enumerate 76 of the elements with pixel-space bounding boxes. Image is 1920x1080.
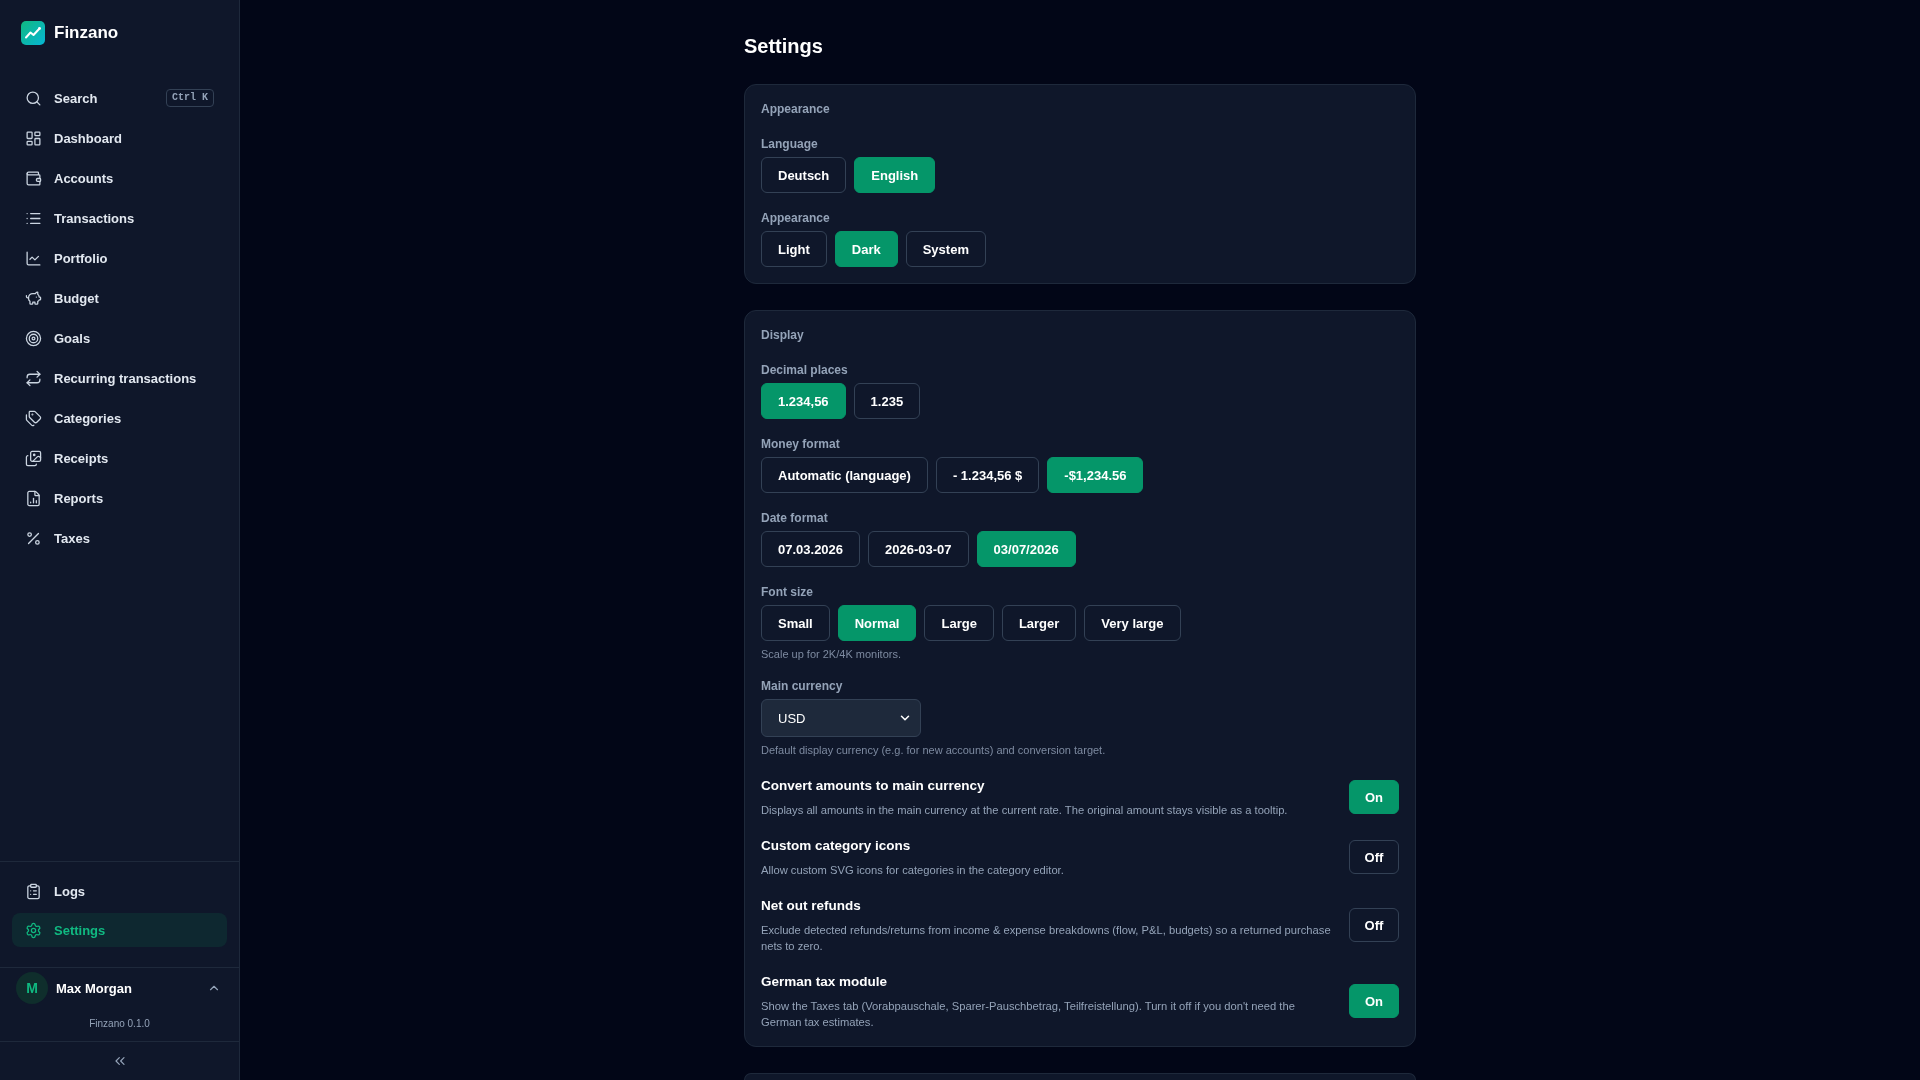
option-button[interactable]: 1.235 (853, 383, 921, 419)
field-label: Appearance (761, 210, 831, 226)
section-heading: Display (761, 327, 805, 343)
sidebar-item[interactable]: Transactions (12, 201, 227, 235)
user-avatar[interactable]: M (16, 972, 48, 1004)
field-label: Date format (761, 510, 829, 526)
sidebar-item[interactable]: Budget (12, 281, 227, 315)
option-button[interactable]: English (854, 157, 936, 193)
line-chart-icon (25, 249, 42, 267)
option-button[interactable]: System (905, 231, 986, 267)
option-button[interactable]: - 1.234,56 $ (935, 457, 1040, 493)
sidebar-item[interactable]: Settings (12, 913, 227, 947)
clipboard-list-icon (25, 882, 42, 900)
option-button[interactable]: Small (761, 605, 830, 641)
field-label: Font size (761, 584, 814, 600)
wallet-icon (25, 169, 42, 187)
sidebar-item[interactable]: Portfolio (12, 241, 227, 275)
sidebar-item[interactable]: Accounts (12, 161, 227, 195)
field-hint: Default display currency (e.g. for new accounts) and conversion target. (761, 743, 1107, 758)
sidebar-item[interactable]: Goals (12, 321, 227, 355)
app-version: Finzano 0.1.0 (89, 1017, 150, 1031)
toggle-button[interactable]: Off (1349, 840, 1399, 874)
section-heading: Appearance (761, 101, 831, 117)
user-name: Max Morgan (56, 980, 133, 996)
page-title: Settings (744, 34, 824, 59)
sidebar-item[interactable]: Taxes (12, 521, 227, 555)
sidebar-item[interactable]: Categories (12, 401, 227, 435)
field-hint: Scale up for 2K/4K monitors. (761, 647, 902, 662)
field-label: Main currency (761, 678, 844, 694)
sidebar-item[interactable]: Receipts (12, 441, 227, 475)
sidebar-item[interactable]: Logs (12, 874, 227, 908)
option-button[interactable]: 1.234,56 (761, 383, 846, 419)
sidebar-item[interactable]: Reports (12, 481, 227, 515)
search-button[interactable]: Search Ctrl K (12, 81, 227, 115)
setting-title: German tax module (761, 973, 889, 991)
sidebar-item[interactable]: Dashboard (12, 121, 227, 155)
field-label: Decimal places (761, 362, 849, 378)
images-icon (25, 449, 42, 467)
option-button[interactable]: Larger (1001, 605, 1077, 641)
repeat-arrows-icon (25, 369, 42, 387)
percent-icon (25, 529, 42, 547)
tags-icon (25, 409, 42, 427)
option-button[interactable]: Deutsch (761, 157, 847, 193)
dashboard-icon (25, 129, 42, 147)
piggy-bank-icon (25, 289, 42, 307)
option-button[interactable]: 03/07/2026 (976, 531, 1076, 567)
option-button[interactable]: Automatic (language) (761, 457, 928, 493)
setting-description: Show the Taxes tab (Vorabpauschale, Sparer-Pauschbetrag, Teilfreistellung). Turn it off if you don't need the German tax estimates. (761, 999, 1296, 1030)
file-chart-icon (25, 489, 42, 507)
option-button[interactable]: Large (924, 605, 994, 641)
app-name: Finzano (54, 22, 119, 44)
settings-icon (25, 921, 42, 939)
toggle-button[interactable]: On (1349, 984, 1399, 1018)
setting-title: Custom category icons (761, 837, 912, 855)
option-button[interactable]: 07.03.2026 (761, 531, 861, 567)
field-label: Money format (761, 436, 841, 452)
option-button[interactable]: Light (761, 231, 827, 267)
sidebar-item[interactable]: Recurring transactions (12, 361, 227, 395)
target-icon (25, 329, 42, 347)
setting-description: Allow custom SVG icons for categories in the category editor. (761, 863, 1065, 878)
setting-title: Convert amounts to main currency (761, 777, 986, 795)
keyboard-shortcut: Ctrl K (166, 89, 214, 107)
option-button[interactable]: Normal (837, 605, 917, 641)
toggle-button[interactable]: Off (1349, 908, 1399, 942)
option-button[interactable]: -$1,234.56 (1047, 457, 1144, 493)
option-button[interactable]: Dark (834, 231, 898, 267)
app-logo-icon (21, 21, 45, 45)
option-button[interactable]: Very large (1084, 605, 1181, 641)
option-button[interactable]: 2026-03-07 (868, 531, 969, 567)
currency-select[interactable]: USD (761, 699, 921, 737)
setting-title: Net out refunds (761, 897, 862, 915)
setting-description: Displays all amounts in the main currency at the current rate. The original amount stays visible as a tooltip. (761, 803, 1289, 818)
search-icon (25, 89, 42, 107)
field-label: Language (761, 136, 819, 152)
toggle-button[interactable]: On (1349, 780, 1399, 814)
setting-description: Exclude detected refunds/returns from income & expense breakdowns (flow, P&L, budgets) so a returned purchase nets to zero. (761, 923, 1332, 954)
